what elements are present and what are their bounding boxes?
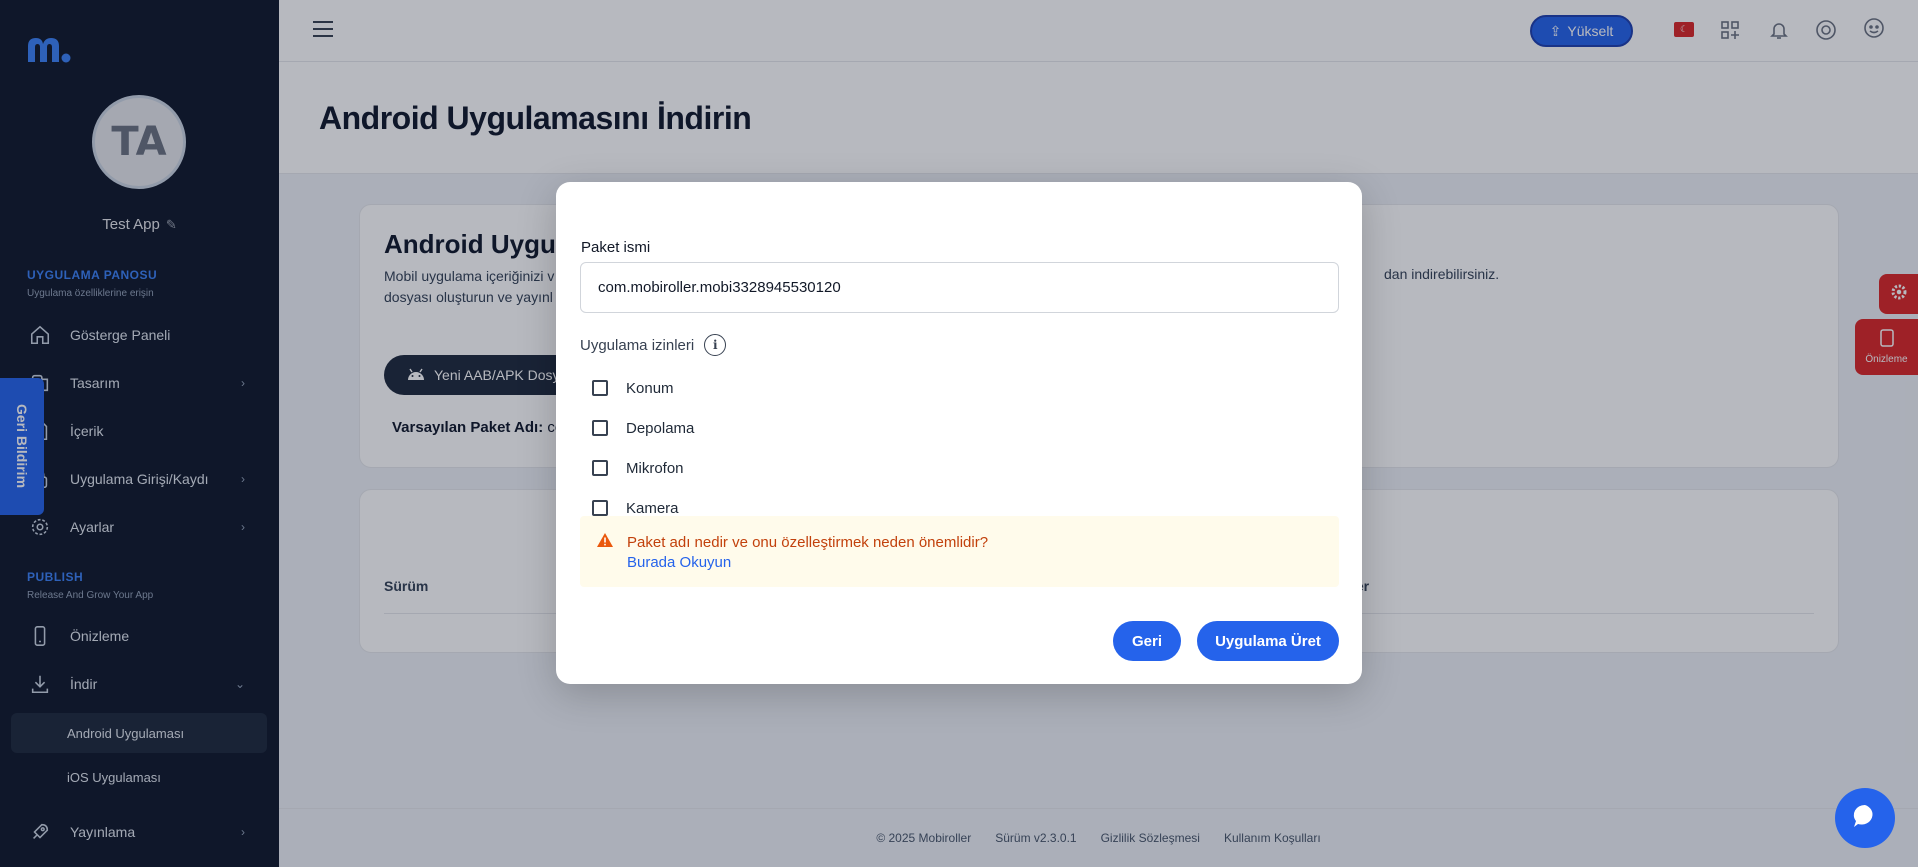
generate-app-button[interactable]: Uygulama Üret [1197, 621, 1339, 661]
package-name-notice: Paket adı nedir ve onu özelleştirmek ned… [580, 516, 1339, 587]
permission-checkbox[interactable] [592, 420, 608, 436]
permission-label: Kamera [626, 499, 679, 517]
permissions-heading: Uygulama izinleri i [580, 334, 727, 356]
permission-location[interactable]: Konum [592, 376, 674, 400]
permission-microphone[interactable]: Mikrofon [592, 456, 684, 480]
permission-label: Konum [626, 379, 674, 397]
package-name-label: Paket ismi [581, 239, 651, 256]
chat-icon [1851, 802, 1879, 835]
warning-icon [597, 533, 613, 547]
package-name-input[interactable] [580, 262, 1339, 313]
permission-storage[interactable]: Depolama [592, 416, 694, 440]
permission-checkbox[interactable] [592, 500, 608, 516]
permission-checkbox[interactable] [592, 460, 608, 476]
chat-button[interactable] [1835, 788, 1895, 848]
permission-checkbox[interactable] [592, 380, 608, 396]
info-icon[interactable]: i [704, 334, 727, 356]
permission-label: Mikrofon [626, 459, 684, 477]
back-button[interactable]: Geri [1113, 621, 1181, 661]
generate-app-modal: Paket ismi Uygulama izinleri i Konum Dep… [556, 182, 1362, 684]
notice-question: Paket adı nedir ve onu özelleştirmek ned… [627, 534, 989, 551]
read-here-link[interactable]: Burada Okuyun [627, 554, 731, 571]
permissions-label: Uygulama izinleri [580, 336, 695, 354]
permission-label: Depolama [626, 419, 695, 437]
